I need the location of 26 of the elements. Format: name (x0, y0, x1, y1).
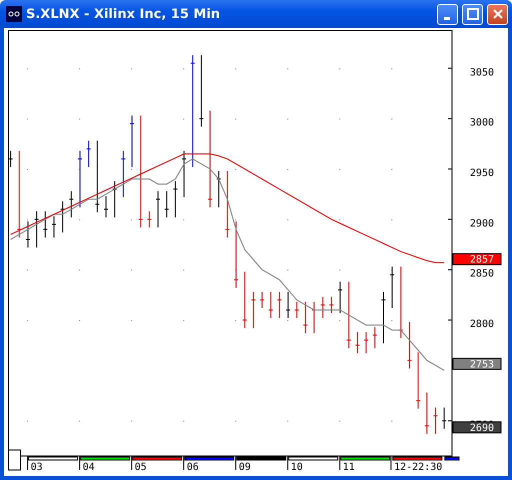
price-tag-label: 2690 (470, 422, 494, 434)
price-tag-label: 2857 (470, 254, 494, 266)
close-button[interactable] (487, 4, 508, 24)
date-label: 06 (186, 462, 199, 473)
date-label: 12-22:30 (394, 462, 442, 473)
price-tag-label: 2753 (470, 359, 494, 370)
minimize-icon (444, 16, 450, 20)
price-label: 3050 (470, 67, 494, 78)
date-label: 03 (30, 462, 43, 473)
date-label: 04 (82, 462, 95, 473)
date-label: 10 (290, 462, 303, 473)
window-title: S.XLNX - Xilinx Inc, 15 Min (26, 6, 222, 22)
price-label: 2900 (470, 218, 494, 230)
maximize-icon (466, 8, 478, 20)
price-label: 3000 (470, 118, 494, 129)
close-icon (492, 8, 504, 20)
date-label: 09 (238, 462, 251, 473)
date-label: 05 (134, 462, 147, 473)
price-label: 2800 (470, 319, 494, 330)
minimize-button[interactable] (437, 4, 458, 24)
price-label: 2850 (470, 268, 494, 280)
app-icon (6, 6, 22, 22)
date-label: 11 (342, 462, 355, 473)
price-label: 2950 (470, 168, 494, 179)
maximize-button[interactable] (462, 4, 483, 24)
scroll-box[interactable] (8, 450, 21, 470)
